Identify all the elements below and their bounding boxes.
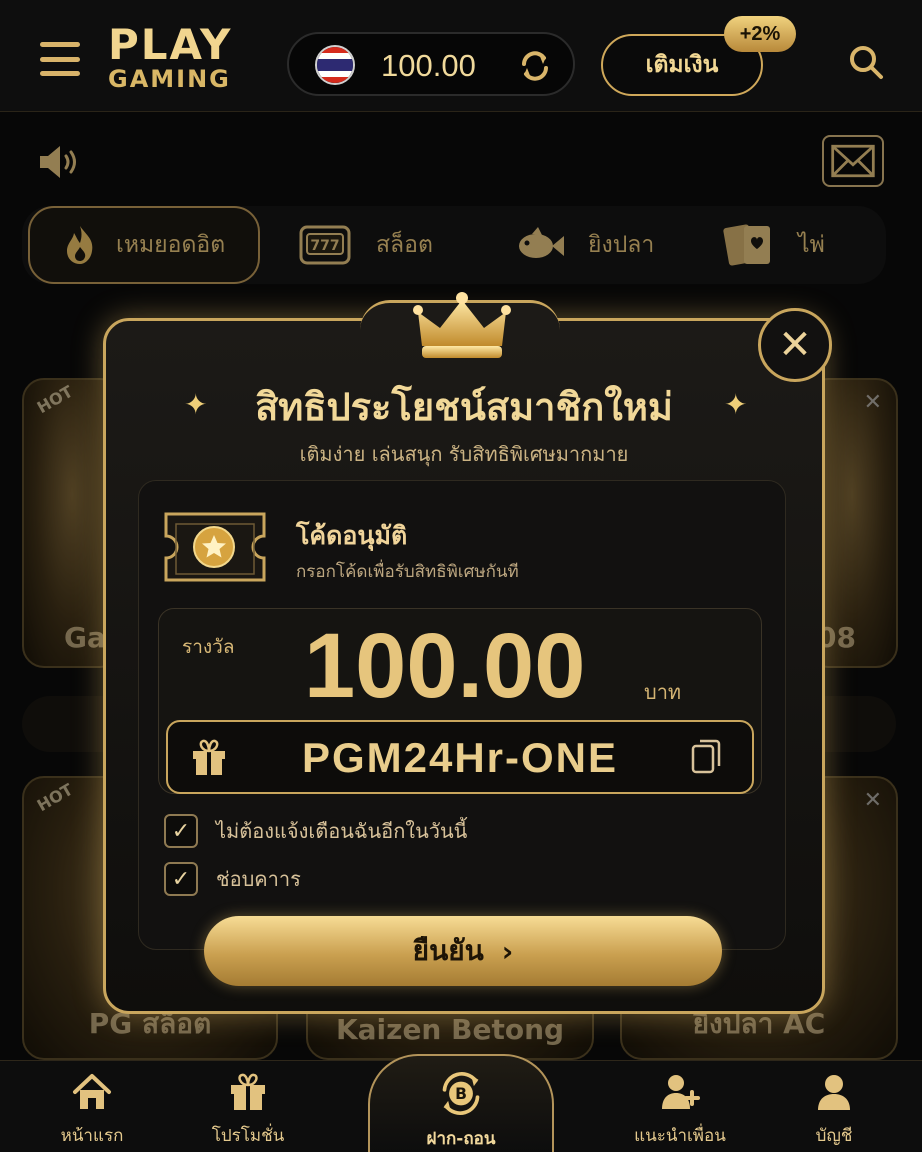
thailand-flag-icon [315,45,355,85]
modal-title: สิทธิประโยชน์สมาชิกใหม่ [255,385,673,429]
nav-account-label: บัญชี [815,1126,853,1146]
nav-promotions-label: โปรโมชั่น [211,1126,285,1146]
second-checkbox-row[interactable]: ✓ ช่อบคาาร [164,862,301,896]
sparkle-icon: ✦ [724,388,748,421]
reward-unit: บาท [644,680,682,704]
nav-promotions[interactable]: โปรโมชั่น [178,1072,318,1152]
bonus-badge: +2% [724,16,796,52]
code-description: กรอกโค้ดเพื่อรับสิทธิพิเศษกันที [296,562,519,582]
close-icon: ✕ [778,322,812,368]
nav-home[interactable]: หน้าแรก [22,1072,162,1152]
balance-display: 100.00 [287,32,575,96]
gift-icon [231,1073,265,1110]
promo-code-value[interactable]: PGM24Hr-ONE [166,734,754,782]
balance-amount: 100.00 [381,48,476,83]
nav-deposit-withdraw-label: ฝาก-ถอน [426,1129,496,1149]
nav-deposit-withdraw[interactable]: B ฝาก-ถอน [368,1054,554,1152]
dont-remind-checkbox-row[interactable]: ✓ ไม่ต้องแจ้งเตือนฉันอีกในวันนี้ [164,814,467,848]
logo[interactable]: PLAY GAMING [108,24,268,94]
code-title: โค้ดอนุมัติ [296,521,408,550]
reward-label: รางวัล [182,636,235,658]
copy-icon[interactable] [690,738,722,776]
top-header: PLAY GAMING 100.00 เติมเงิน +2% [0,0,922,112]
confirm-label: ยืนยัน [412,934,484,967]
nav-refer-friend-label: แนะนำเพื่อน [634,1126,726,1146]
second-checkbox-label: ช่อบคาาร [216,867,301,891]
menu-icon[interactable] [40,42,80,76]
bitcoin-exchange-icon: B [442,1072,480,1115]
home-icon [73,1074,111,1109]
modal-close-button[interactable]: ✕ [758,308,832,382]
ticket-icon [164,512,266,582]
logo-bottom-text: GAMING [108,65,231,93]
nav-home-label: หน้าแรก [60,1126,124,1146]
svg-text:B: B [455,1085,467,1103]
chevron-right-icon: › [501,934,514,968]
modal-subtitle: เติมง่าย เล่นสนุก รับสิทธิพิเศษมากมาย [299,442,629,466]
dont-remind-checkbox[interactable]: ✓ [164,814,198,848]
confirm-button[interactable]: ยืนยัน › [204,916,722,986]
account-icon [818,1075,850,1110]
nav-account[interactable]: บัญชี [764,1072,904,1152]
add-friend-icon [662,1075,700,1109]
nav-refer-friend[interactable]: แนะนำเพื่อน [610,1072,750,1152]
search-icon[interactable] [848,44,884,80]
second-checkbox[interactable]: ✓ [164,862,198,896]
logo-top-text: PLAY [108,20,233,69]
refresh-icon[interactable] [517,48,553,84]
crown-icon [413,292,511,358]
reward-amount: 100.00 [304,615,586,717]
dont-remind-label: ไม่ต้องแจ้งเตือนฉันอีกในวันนี้ [216,819,468,843]
